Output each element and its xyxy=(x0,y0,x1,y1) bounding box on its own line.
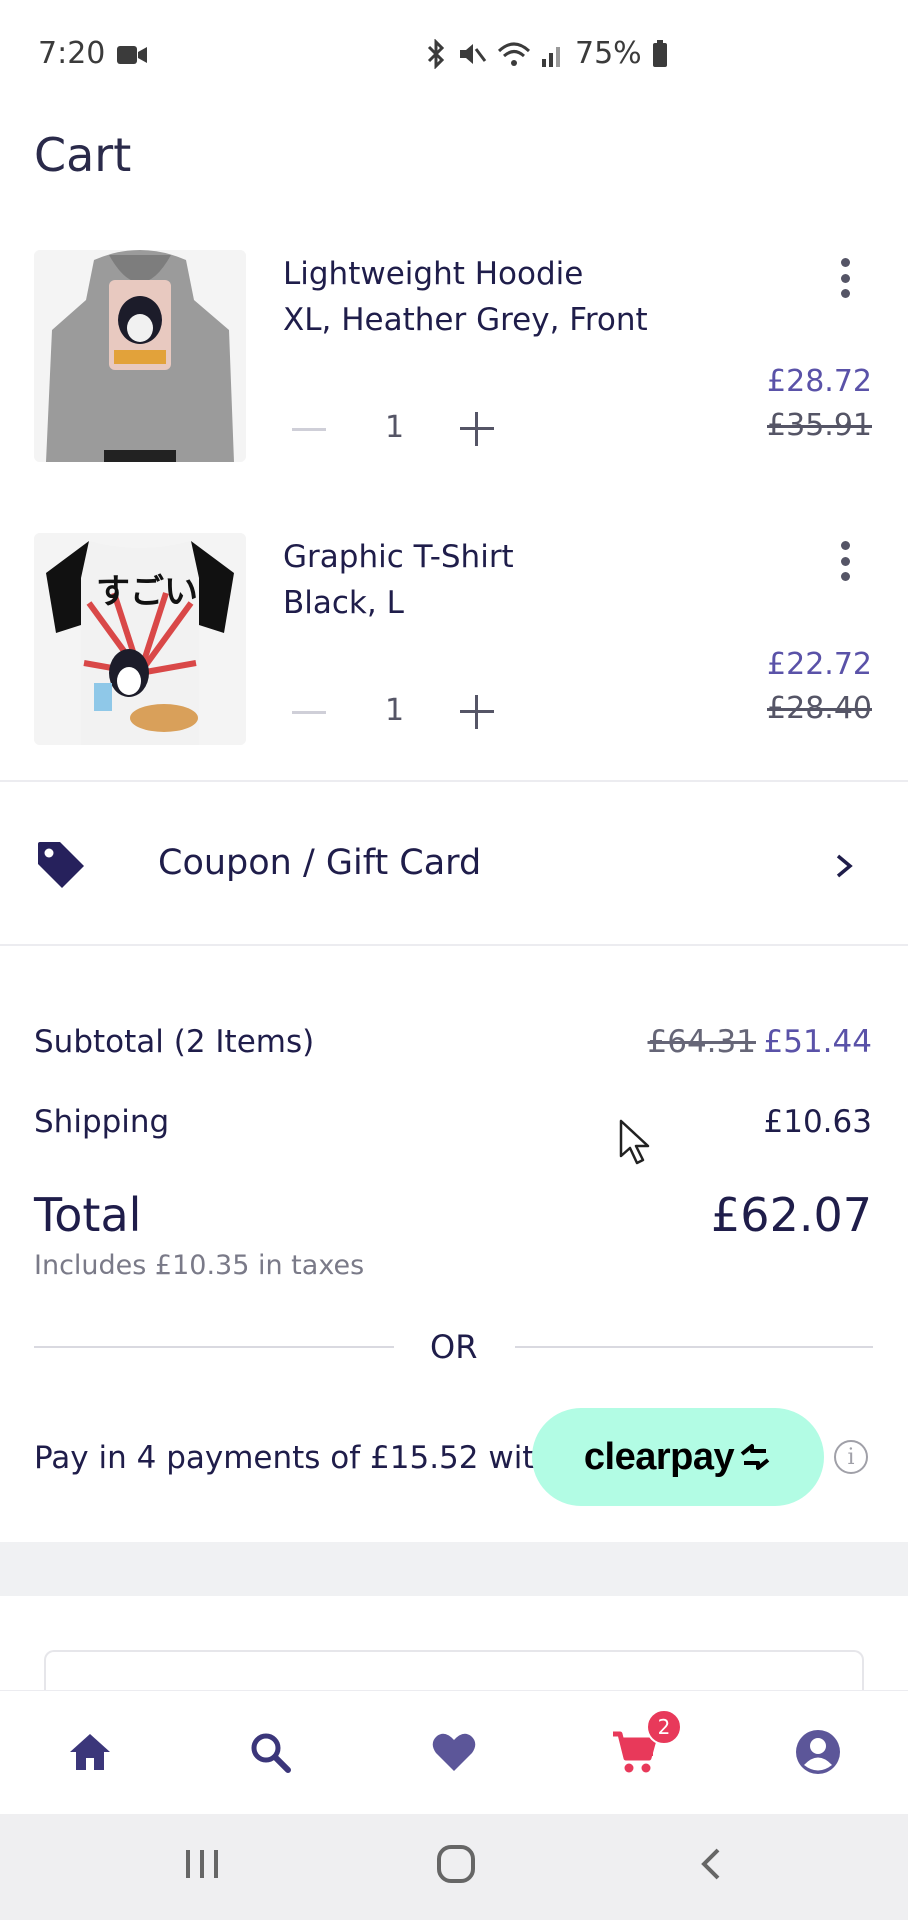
clearpay-button[interactable]: clearpay xyxy=(532,1408,824,1506)
item-original-price: £28.40 xyxy=(767,691,872,726)
subtotal-label: Subtotal (2 Items) xyxy=(34,1024,315,1060)
home-icon xyxy=(70,1734,110,1770)
item-name[interactable]: Lightweight Hoodie xyxy=(283,252,583,297)
bluetooth-icon xyxy=(427,38,445,69)
nav-favorites[interactable] xyxy=(424,1722,484,1782)
product-image-hoodie[interactable] xyxy=(34,250,246,462)
recent-apps-icon[interactable] xyxy=(182,1846,222,1882)
decrease-quantity-button[interactable] xyxy=(292,428,326,431)
quantity-value: 1 xyxy=(385,410,405,445)
nav-home[interactable] xyxy=(60,1722,120,1782)
or-divider-left xyxy=(34,1346,394,1348)
battery-percent: 75% xyxy=(575,36,642,71)
quantity-value: 1 xyxy=(385,693,405,728)
item-details: XL, Heather Grey, Front xyxy=(283,302,648,338)
or-divider-right xyxy=(515,1346,873,1348)
item-original-price: £35.91 xyxy=(767,408,872,443)
status-indicators: 75% xyxy=(425,36,668,71)
wifi-icon xyxy=(497,42,531,66)
cart-count-badge: 2 xyxy=(646,1709,682,1745)
heart-icon xyxy=(432,1733,476,1771)
subtotal-original: £64.31 xyxy=(647,1024,756,1060)
item-name[interactable]: Graphic T-Shirt xyxy=(283,535,514,580)
hoodie-image xyxy=(34,250,246,462)
item-price: £22.72 xyxy=(767,647,872,682)
increase-quantity-button[interactable] xyxy=(460,412,494,446)
shipping-value: £10.63 xyxy=(763,1104,872,1140)
more-options-icon[interactable] xyxy=(830,254,860,302)
subtotal-value: £51.44 xyxy=(763,1024,872,1060)
back-icon[interactable] xyxy=(696,1846,726,1882)
increase-quantity-button[interactable] xyxy=(460,695,494,729)
tshirt-image: すごい xyxy=(34,533,246,745)
divider xyxy=(0,780,908,782)
info-icon[interactable]: i xyxy=(834,1440,868,1474)
battery-icon xyxy=(652,39,667,67)
mouse-pointer-icon xyxy=(619,1119,650,1165)
page-title: Cart xyxy=(34,128,132,182)
divider xyxy=(0,944,908,946)
product-image-tshirt[interactable]: すごい xyxy=(34,533,246,745)
total-label: Total xyxy=(34,1188,142,1242)
section-separator xyxy=(0,1542,908,1596)
coupon-gift-card-link[interactable]: Coupon / Gift Card xyxy=(158,843,481,883)
status-time: 7:20 xyxy=(38,36,106,71)
home-button-icon[interactable] xyxy=(436,1844,476,1884)
clearpay-logo-text: clearpay xyxy=(583,1435,735,1478)
video-camera-icon xyxy=(117,46,147,64)
nav-account[interactable] xyxy=(788,1722,848,1782)
account-icon xyxy=(796,1730,840,1774)
chevron-right-icon[interactable] xyxy=(830,848,858,884)
tag-icon xyxy=(38,842,84,888)
shipping-label: Shipping xyxy=(34,1104,170,1140)
or-label: OR xyxy=(430,1328,478,1366)
search-icon xyxy=(251,1733,291,1773)
tax-note: Includes £10.35 in taxes xyxy=(34,1250,365,1281)
total-value: £62.07 xyxy=(711,1188,872,1242)
decrease-quantity-button[interactable] xyxy=(292,711,326,714)
item-price: £28.72 xyxy=(767,364,872,399)
item-details: Black, L xyxy=(283,585,404,621)
more-options-icon[interactable] xyxy=(830,537,860,585)
installments-text: Pay in 4 payments of £15.52 with xyxy=(34,1440,555,1476)
clearpay-logo-icon xyxy=(740,1444,770,1470)
svg-text:すごい: すごい xyxy=(96,572,198,612)
nav-search[interactable] xyxy=(240,1722,300,1782)
mute-icon xyxy=(460,43,487,64)
signal-icon xyxy=(542,46,560,67)
